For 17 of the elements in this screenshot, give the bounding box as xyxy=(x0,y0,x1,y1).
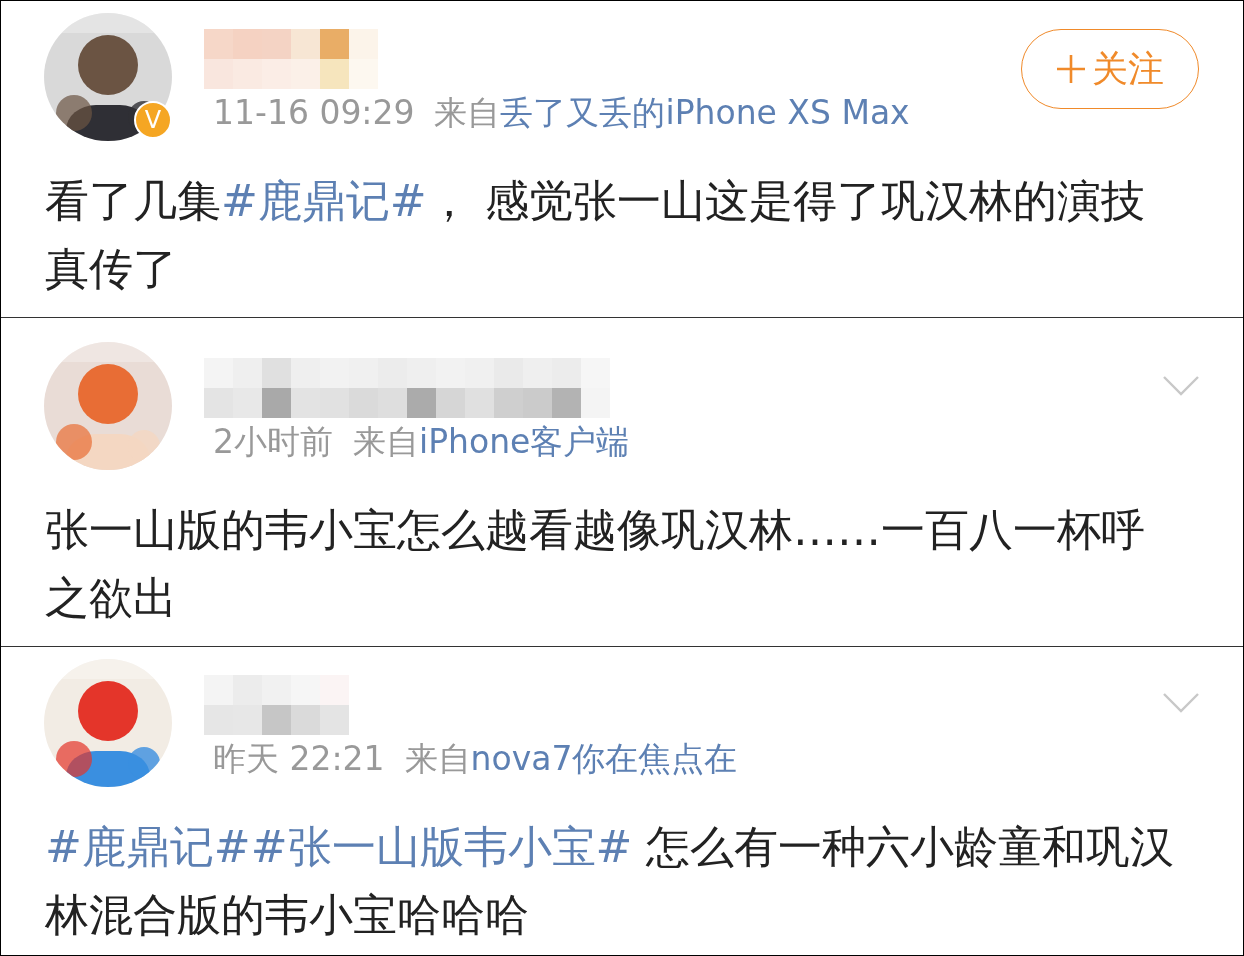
follow-button[interactable]: 关注 xyxy=(1021,29,1199,109)
plus-icon xyxy=(1056,54,1086,84)
post-time: 11-16 09:29 xyxy=(213,93,415,132)
chevron-down-icon[interactable] xyxy=(1163,693,1199,713)
source-label: 来自 xyxy=(404,739,471,778)
source-label: 来自 xyxy=(353,422,419,461)
post-text: 张一山版的韦小宝怎么越看越像巩汉林……一百八一杯呼之欲出 xyxy=(45,503,1146,625)
post-text: 看了几集#鹿鼎记#， 感觉张一山这是得了巩汉林的演技真传了 xyxy=(45,174,1146,296)
source-link[interactable]: nova7你在焦点在 xyxy=(470,739,738,778)
source-link[interactable]: 丢了又丢的iPhone XS Max xyxy=(500,93,910,132)
source-label: 来自 xyxy=(434,93,501,132)
verified-badge: V xyxy=(134,101,172,139)
post-time: 2小时前 xyxy=(213,422,333,461)
post-text: #鹿鼎记##张一山版韦小宝# 怎么有一种六小龄童和巩汉林混合版的韦小宝哈哈哈 xyxy=(45,820,1176,942)
chevron-down-icon[interactable] xyxy=(1163,376,1199,396)
post-time: 昨天 22:21 xyxy=(213,739,385,778)
source-link[interactable]: iPhone客户端 xyxy=(419,422,630,461)
